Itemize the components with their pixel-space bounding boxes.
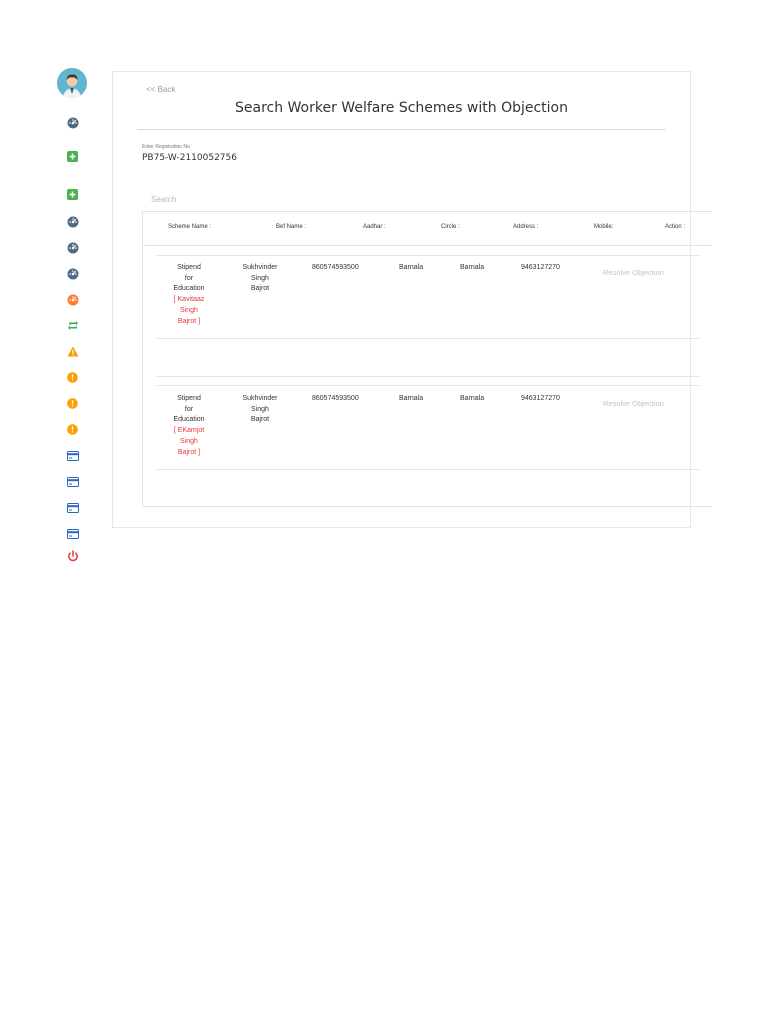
resolve-objection-button[interactable]: Resolve Objection bbox=[603, 399, 664, 408]
header-scheme-name: Scheme Name : bbox=[168, 224, 212, 230]
back-link[interactable]: << Back bbox=[146, 85, 175, 94]
cell-address: Barnala bbox=[460, 395, 485, 402]
credit-card-icon[interactable] bbox=[66, 501, 79, 514]
registration-input[interactable]: PB75-W-2110052756 bbox=[142, 153, 237, 163]
beneficiary-name: [ EKamjot bbox=[173, 427, 205, 435]
cell-scheme-name: Stipend for Education [ EKamjot Singh Ba… bbox=[160, 394, 218, 458]
power-icon[interactable] bbox=[66, 549, 79, 562]
row-divider bbox=[156, 469, 699, 470]
row-divider bbox=[156, 376, 699, 377]
resolve-objection-button[interactable]: Resolve Objection bbox=[603, 268, 664, 277]
cell-mobile: 9463127270 bbox=[521, 395, 560, 402]
cell-mobile: 9463127270 bbox=[521, 264, 560, 271]
registration-label: Enter Registration No. bbox=[142, 144, 192, 150]
cell-scheme-name: Stipend for Education [ Kavitaaz Singh B… bbox=[160, 263, 218, 327]
alert-circle-icon[interactable] bbox=[66, 371, 79, 384]
alert-circle-icon[interactable] bbox=[66, 423, 79, 436]
dashboard-icon[interactable] bbox=[66, 215, 79, 228]
header-divider bbox=[142, 245, 712, 246]
header-circle: Circle : bbox=[441, 224, 460, 230]
warning-icon[interactable] bbox=[66, 345, 79, 358]
credit-card-icon[interactable] bbox=[66, 527, 79, 540]
credit-card-icon[interactable] bbox=[66, 449, 79, 462]
cell-aadhar: 860574593500 bbox=[312, 264, 359, 271]
row-divider bbox=[156, 255, 699, 256]
row-divider bbox=[156, 385, 699, 386]
header-mobile: Mobile: bbox=[594, 224, 614, 230]
title-divider bbox=[137, 129, 666, 130]
page-title: Search Worker Welfare Schemes with Objec… bbox=[234, 100, 568, 116]
cell-address: Barnala bbox=[460, 264, 485, 271]
row-divider bbox=[156, 338, 699, 339]
beneficiary-name: [ Kavitaaz bbox=[173, 296, 205, 304]
dashboard-icon[interactable] bbox=[66, 241, 79, 254]
cell-circle: Barnala bbox=[399, 264, 424, 271]
header-aadhar: Aadhar : bbox=[363, 224, 386, 230]
add-square-icon[interactable] bbox=[66, 188, 79, 201]
cell-bef-name: Sukhvinder Singh Bajrot bbox=[242, 264, 278, 293]
credit-card-icon[interactable] bbox=[66, 475, 79, 488]
cell-bef-name: Sukhvinder Singh Bajrot bbox=[242, 395, 278, 424]
user-avatar[interactable] bbox=[57, 68, 87, 98]
cell-circle: Barnala bbox=[399, 395, 424, 402]
dashboard-icon[interactable] bbox=[66, 267, 79, 280]
dashboard-icon[interactable] bbox=[66, 116, 79, 129]
header-bef-name: Bef Name : bbox=[276, 224, 307, 230]
dashboard-icon[interactable] bbox=[66, 293, 79, 306]
alert-circle-icon[interactable] bbox=[66, 397, 79, 410]
search-input[interactable]: Search bbox=[151, 195, 176, 204]
add-square-icon[interactable] bbox=[66, 150, 79, 163]
header-address: Address : bbox=[513, 224, 539, 230]
retweet-icon[interactable] bbox=[66, 319, 79, 332]
cell-aadhar: 860574593500 bbox=[312, 395, 359, 402]
header-action: Action : bbox=[665, 224, 686, 230]
